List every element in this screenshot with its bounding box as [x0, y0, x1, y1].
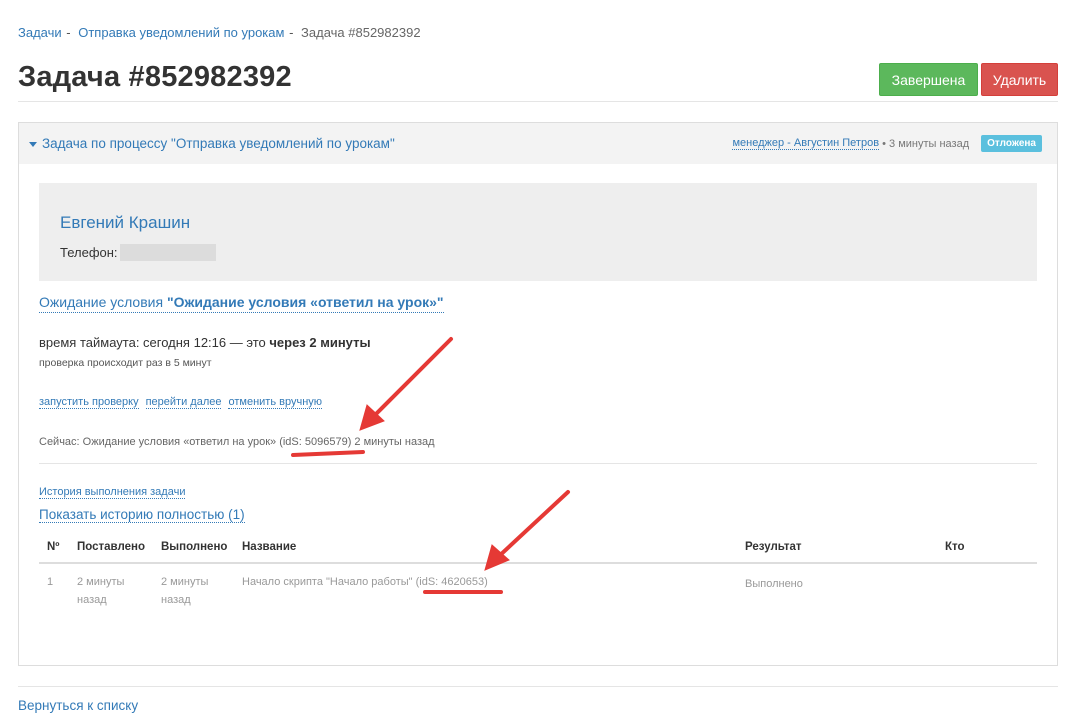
show-full-history-link[interactable]: Показать историю полностью (1)	[39, 507, 245, 523]
run-check-link[interactable]: запустить проверку	[39, 396, 139, 409]
page-title: Задача #852982392	[18, 61, 292, 93]
timeout-line: время таймаута: сегодня 12:16 — это чере…	[39, 335, 371, 350]
history-link[interactable]: История выполнения задачи	[39, 486, 186, 499]
check-note: проверка происходит раз в 5 минут	[39, 357, 212, 369]
header-who: Кто	[945, 541, 965, 553]
meta-separator: •	[879, 137, 890, 150]
contact-phone: Телефон:	[60, 244, 216, 261]
complete-button[interactable]: Завершена	[879, 63, 978, 96]
breadcrumb-process[interactable]: Отправка уведомлений по урокам	[78, 25, 284, 40]
cancel-manual-link[interactable]: отменить вручную	[228, 396, 323, 409]
back-to-list-link[interactable]: Вернуться к списку	[18, 698, 138, 713]
delete-button[interactable]: Удалить	[981, 63, 1058, 96]
header-result: Результат	[745, 541, 802, 553]
breadcrumb-separator: -	[62, 25, 71, 40]
current-state: Сейчас: Ожидание условия «ответил на уро…	[39, 436, 435, 448]
timeout-prefix: время таймаута: сегодня 12:16 — это	[39, 335, 266, 350]
section-divider	[39, 463, 1037, 464]
breadcrumb-tasks[interactable]: Задачи	[18, 25, 62, 40]
phone-label: Телефон:	[60, 245, 118, 260]
panel-title[interactable]: Задача по процессу "Отправка уведомлений…	[42, 136, 395, 151]
panel-meta: менеджер - Августин Петров • 3 минуты на…	[732, 135, 1042, 152]
breadcrumb-separator: -	[285, 25, 294, 40]
status-badge: Отложена	[981, 135, 1042, 152]
action-links: запустить проверку перейти далее отменит…	[39, 396, 323, 409]
wait-condition[interactable]: Ожидание условия "Ожидание условия «отве…	[39, 294, 444, 313]
panel-time: 3 минуты назад	[889, 137, 970, 150]
cell-done: 2 минуты назад	[161, 576, 209, 606]
wait-label: Ожидание условия	[39, 294, 164, 310]
contact-name[interactable]: Евгений Крашин	[60, 213, 190, 233]
timeout-remaining: через 2 минуты	[269, 335, 371, 350]
cell-result: Выполнено	[745, 578, 803, 590]
caret-down-icon[interactable]	[29, 141, 37, 147]
cell-set: 2 минуты назад	[77, 576, 125, 606]
phone-redacted	[119, 244, 216, 261]
go-next-link[interactable]: перейти далее	[145, 396, 222, 409]
header-num: Nº	[47, 541, 60, 553]
breadcrumb: Задачи - Отправка уведомлений по урокам …	[18, 25, 421, 40]
title-divider	[18, 101, 1058, 102]
cell-name: Начало скрипта "Начало работы" (idS: 462…	[242, 576, 488, 588]
contact-card: Евгений Крашин Телефон:	[39, 183, 1037, 281]
footer-divider	[18, 686, 1058, 687]
panel-heading[interactable]: Задача по процессу "Отправка уведомлений…	[19, 123, 1057, 164]
wait-name: "Ожидание условия «ответил на урок»"	[166, 294, 444, 310]
table-row: 1 2 минуты назад 2 минуты назад Начало с…	[39, 564, 1037, 614]
manager-link[interactable]: менеджер - Августин Петров	[732, 137, 880, 150]
task-panel: Задача по процессу "Отправка уведомлений…	[18, 122, 1058, 666]
cell-num: 1	[47, 576, 54, 588]
table-header: Nº Поставлено Выполнено Название Результ…	[39, 533, 1037, 564]
header-done: Выполнено	[161, 541, 228, 553]
breadcrumb-current: Задача #852982392	[301, 25, 421, 40]
header-name: Название	[242, 541, 297, 553]
wait-condition-link[interactable]: Ожидание условия "Ожидание условия «отве…	[39, 294, 444, 313]
history-table: Nº Поставлено Выполнено Название Результ…	[39, 533, 1037, 614]
header-set: Поставлено	[77, 541, 146, 553]
